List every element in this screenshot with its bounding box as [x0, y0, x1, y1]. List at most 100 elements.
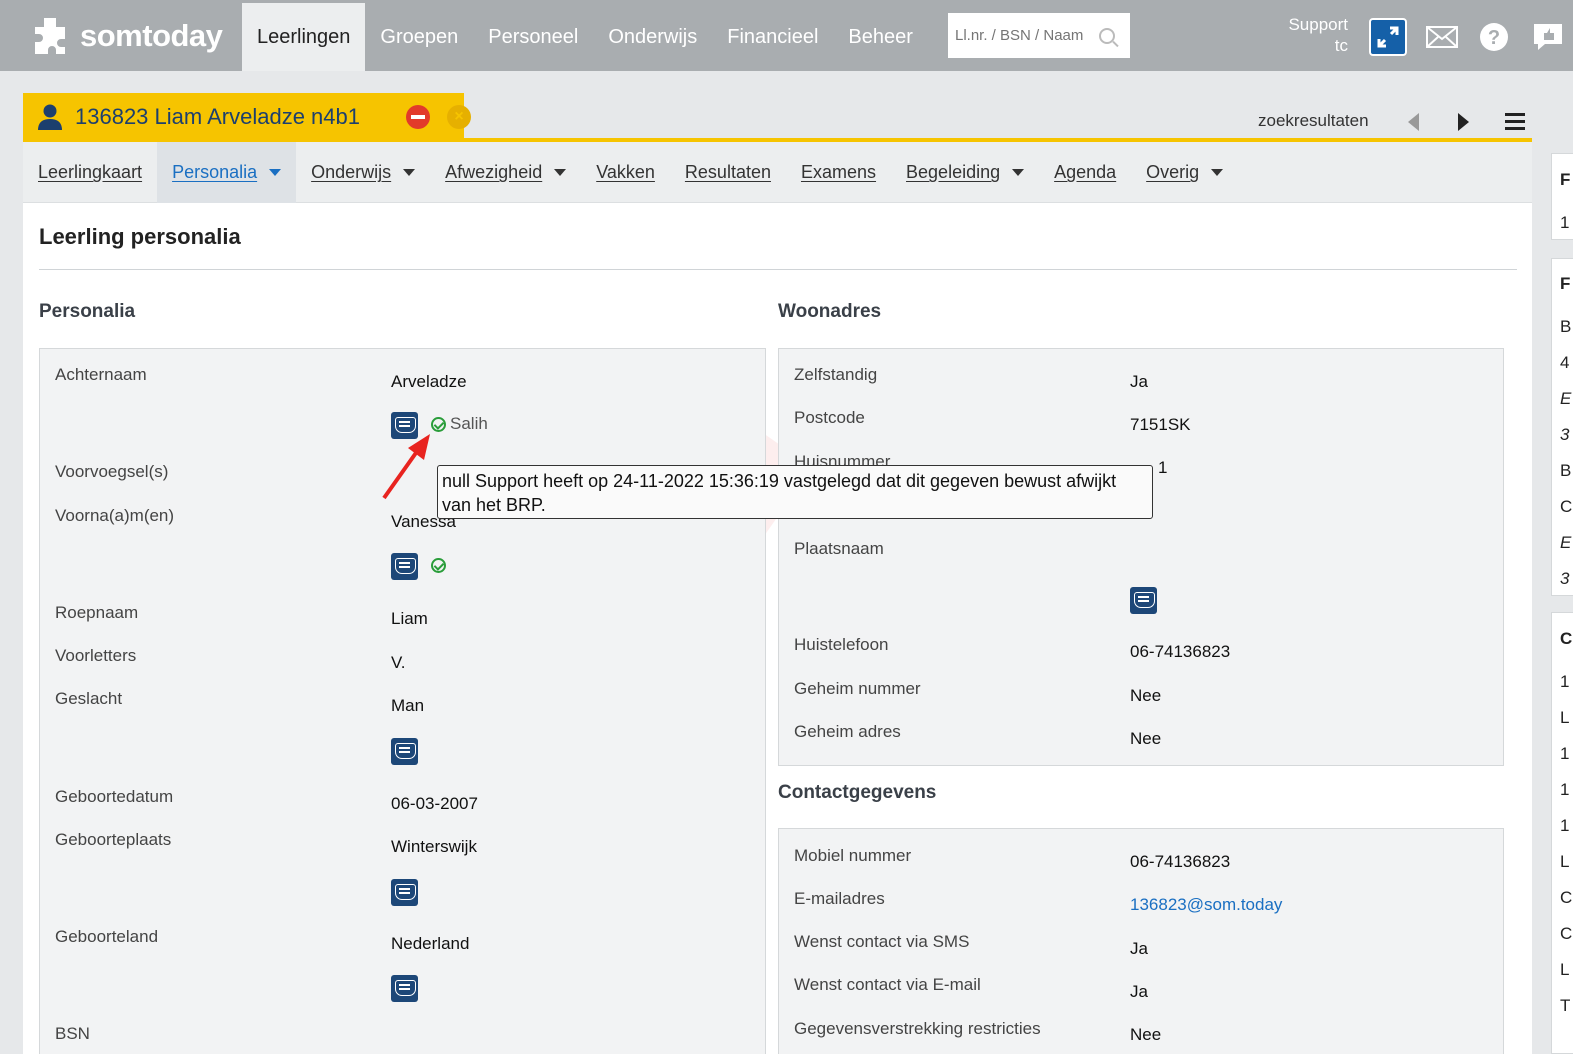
search-results-link[interactable]: zoekresultaten — [1258, 111, 1369, 131]
tab-label: Vakken — [596, 162, 655, 182]
brp-value: Salih — [450, 414, 488, 433]
right-col-text: L — [1560, 960, 1570, 979]
brp-icon[interactable] — [1130, 587, 1157, 614]
label-voorletters: Voorletters — [55, 646, 137, 665]
global-search — [948, 13, 1130, 58]
value-geheim-nummer: Nee — [1130, 686, 1162, 705]
page-title: Leerling personalia — [39, 224, 241, 249]
tab-begeleiding[interactable]: Begeleiding — [891, 142, 1039, 203]
brp-icon[interactable] — [391, 975, 418, 1002]
tab-agenda[interactable]: Agenda — [1039, 142, 1131, 203]
expand-icon — [1377, 26, 1399, 48]
value-achternaam: Arveladze — [391, 372, 467, 391]
nav-financieel[interactable]: Financieel — [712, 3, 833, 71]
main-nav: Leerlingen Groepen Personeel Onderwijs F… — [242, 3, 928, 71]
logo-text: somtoday — [80, 18, 223, 53]
divider — [39, 269, 1517, 270]
right-col-text: L — [1560, 708, 1570, 727]
mail-icon[interactable] — [1425, 20, 1459, 54]
tab-label: Agenda — [1054, 162, 1117, 182]
caret-down-icon — [403, 169, 416, 176]
brp-icon[interactable] — [391, 738, 418, 765]
search-icon[interactable] — [1099, 27, 1115, 44]
label-roepnaam: Roepnaam — [55, 603, 139, 622]
next-result-icon[interactable] — [1458, 113, 1469, 131]
right-col-text: T — [1560, 996, 1571, 1015]
email-link[interactable]: 136823@som.today — [1130, 895, 1282, 915]
tab-label: Begeleiding — [906, 162, 1001, 182]
label-bsn: BSN — [55, 1024, 90, 1043]
nav-onderwijs[interactable]: Onderwijs — [593, 3, 712, 71]
label-emailadres: E-mailadres — [794, 889, 885, 908]
label-zelfstandig: Zelfstandig — [794, 365, 878, 384]
right-col-text: E — [1560, 389, 1572, 408]
value-mobiel-nummer: 06-74136823 — [1130, 852, 1231, 871]
tab-vakken[interactable]: Vakken — [581, 142, 670, 203]
check-circle-icon[interactable] — [431, 417, 446, 432]
nav-personeel[interactable]: Personeel — [473, 3, 593, 71]
student-subnav: Leerlingkaart Personalia Onderwijs Afwez… — [23, 142, 1532, 203]
value-zelfstandig: Ja — [1130, 372, 1148, 391]
check-circle-icon[interactable] — [431, 558, 446, 573]
nav-groepen[interactable]: Groepen — [365, 3, 473, 71]
tab-resultaten[interactable]: Resultaten — [670, 142, 786, 203]
somtoday-logo[interactable]: somtoday — [30, 14, 223, 58]
search-input[interactable] — [955, 27, 1095, 44]
help-icon[interactable]: ? — [1477, 20, 1511, 54]
right-col-text: F — [1560, 274, 1571, 293]
tab-examens[interactable]: Examens — [786, 142, 891, 203]
tab-label: Overig — [1146, 162, 1200, 182]
tab-leerlingkaart[interactable]: Leerlingkaart — [23, 142, 157, 203]
previous-result-icon[interactable] — [1408, 113, 1419, 131]
student-header-tab[interactable]: 136823 Liam Arveladze n4b1 × — [23, 93, 471, 141]
right-col-text: 1 — [1560, 816, 1570, 835]
value-voorletters: V. — [391, 653, 406, 672]
close-student-icon[interactable]: × — [447, 105, 471, 129]
user-name[interactable]: Support tc — [1270, 14, 1348, 56]
brp-icon[interactable] — [391, 553, 418, 580]
value-geslacht: Man — [391, 696, 425, 715]
nav-leerlingen[interactable]: Leerlingen — [242, 3, 366, 71]
value-contact-email: Ja — [1130, 982, 1148, 1001]
tab-label: Leerlingkaart — [38, 162, 143, 182]
value-geheim-adres: Nee — [1130, 729, 1162, 748]
caret-down-icon — [269, 169, 282, 176]
caret-down-icon — [1211, 169, 1224, 176]
student-name: 136823 Liam Arveladze n4b1 — [75, 104, 360, 129]
tab-label: Examens — [800, 162, 877, 182]
label-postcode: Postcode — [794, 408, 865, 427]
label-huistelefoon: Huistelefoon — [794, 635, 889, 654]
tab-afwezigheid[interactable]: Afwezigheid — [430, 142, 581, 203]
right-col-text: E — [1560, 533, 1572, 552]
tab-label: Afwezigheid — [445, 162, 543, 182]
menu-icon[interactable] — [1505, 113, 1525, 131]
tab-label: Resultaten — [684, 162, 771, 182]
value-postcode: 7151SK — [1130, 415, 1191, 434]
right-col-text: C — [1560, 497, 1573, 516]
brp-icon[interactable] — [391, 879, 418, 906]
label-achternaam: Achternaam — [55, 365, 147, 384]
tab-onderwijs[interactable]: Onderwijs — [296, 142, 430, 203]
svg-text:?: ? — [1488, 27, 1500, 49]
right-col-text: 1 — [1560, 780, 1570, 799]
tab-label: Personalia — [172, 162, 258, 182]
top-bar: somtoday Leerlingen Groepen Personeel On… — [0, 0, 1573, 71]
label-geheim-adres: Geheim adres — [794, 722, 901, 741]
section-title-woonadres: Woonadres — [778, 301, 882, 322]
label-gegevensverstrekking: Gegevensverstrekking restricties — [794, 1019, 1041, 1038]
section-title-contactgegevens: Contactgegevens — [778, 782, 937, 803]
annotation-arrow-icon — [382, 434, 430, 500]
value-huisnummer: 1 — [1158, 458, 1168, 477]
value-gegevensverstrekking: Nee — [1130, 1025, 1162, 1044]
nav-beheer[interactable]: Beheer — [833, 3, 928, 71]
label-geboortedatum: Geboortedatum — [55, 787, 174, 806]
right-col-text: C — [1560, 924, 1573, 943]
feedback-icon[interactable] — [1531, 20, 1565, 54]
tab-personalia[interactable]: Personalia — [157, 142, 297, 203]
right-col-text: 3 — [1560, 569, 1570, 588]
label-geboorteplaats: Geboorteplaats — [55, 830, 172, 849]
right-col-text: C — [1560, 629, 1573, 648]
tab-overig[interactable]: Overig — [1131, 142, 1238, 203]
expand-button[interactable] — [1369, 18, 1407, 56]
right-col-text: L — [1560, 852, 1570, 871]
